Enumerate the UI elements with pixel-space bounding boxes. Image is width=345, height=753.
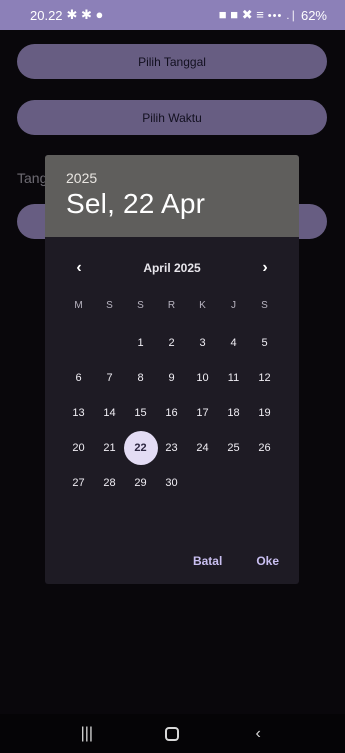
day-number: 15 (134, 406, 147, 419)
dialog-header: 2025 Sel, 22 Apr (45, 155, 299, 237)
day-cell[interactable]: 20 (63, 430, 94, 465)
day-number: 8 (137, 371, 144, 384)
ok-button[interactable]: Oke (256, 554, 279, 568)
signal-icon: ••• .∣ (267, 9, 297, 22)
day-cell[interactable]: 14 (94, 395, 125, 430)
previous-month-icon[interactable]: ‹ (71, 259, 87, 277)
day-cell[interactable]: 24 (187, 430, 218, 465)
day-cell[interactable]: 6 (63, 360, 94, 395)
weekday-header: MSSRKJS (63, 300, 280, 311)
day-number: 29 (134, 476, 147, 489)
day-cell[interactable]: 8 (125, 360, 156, 395)
home-icon[interactable] (165, 726, 180, 741)
day-number: 24 (196, 441, 209, 454)
weekday-label: S (106, 300, 113, 311)
selected-day[interactable]: 22 (125, 430, 156, 465)
day-cell[interactable]: 11 (218, 360, 249, 395)
day-cell[interactable]: 27 (63, 465, 94, 500)
day-cell[interactable]: 5 (249, 325, 280, 360)
day-number: 22 (134, 441, 147, 454)
status-right: ■ ■ ✖ ≡ ••• .∣ 62% (219, 7, 327, 23)
day-cell[interactable]: 4 (218, 325, 249, 360)
day-cell[interactable]: 2 (156, 325, 187, 360)
day-number: 23 (165, 441, 178, 454)
status-bar: 20.22 ✱ ✱ ● ■ ■ ✖ ≡ ••• .∣ 62% (0, 0, 345, 30)
day-number: 7 (106, 371, 113, 384)
day-cell[interactable]: 29 (125, 465, 156, 500)
day-cell[interactable]: 10 (187, 360, 218, 395)
system-icons: ■ ■ ✖ ≡ (218, 7, 264, 22)
next-month-icon[interactable]: › (257, 259, 273, 277)
weekday-label: S (261, 300, 268, 311)
day-cell[interactable]: 13 (63, 395, 94, 430)
day-number: 17 (196, 406, 209, 419)
day-cell[interactable]: 7 (94, 360, 125, 395)
day-number: 5 (261, 336, 268, 349)
system-navigation-bar: ||| ‹ (0, 714, 345, 753)
day-number: 27 (72, 476, 85, 489)
day-cell[interactable]: 9 (156, 360, 187, 395)
day-number: 19 (258, 406, 271, 419)
status-left: 20.22 ✱ ✱ ● (30, 7, 103, 23)
weekday-label: M (74, 300, 83, 311)
empty-day-cell (94, 325, 125, 360)
recent-apps-icon[interactable]: ||| (72, 725, 102, 743)
day-cell[interactable]: 19 (249, 395, 280, 430)
day-cell[interactable]: 28 (94, 465, 125, 500)
day-cell[interactable]: 18 (218, 395, 249, 430)
day-number: 25 (227, 441, 240, 454)
notification-icons: ✱ ✱ ● (66, 7, 104, 22)
day-cell[interactable]: 16 (156, 395, 187, 430)
day-number: 13 (72, 406, 85, 419)
day-cell[interactable]: 26 (249, 430, 280, 465)
day-number: 6 (75, 371, 82, 384)
day-number: 3 (199, 336, 206, 349)
day-number: 1 (137, 336, 144, 349)
day-number: 20 (72, 441, 85, 454)
battery-level: 62% (300, 7, 327, 23)
weekday-label: K (199, 300, 206, 311)
day-number: 26 (258, 441, 271, 454)
weekday-label: R (167, 300, 176, 311)
day-number: 14 (103, 406, 116, 419)
header-selected-date[interactable]: Sel, 22 Apr (66, 188, 278, 220)
status-time: 20.22 (30, 7, 63, 23)
day-cell[interactable]: 12 (249, 360, 280, 395)
day-number: 4 (230, 336, 237, 349)
calendar-grid: 1 2 3 4 5 6 7 8 9 10 11 12 13 14 15 16 17 18 19 20 21 22 23 24 2… (63, 325, 280, 500)
day-number: 18 (227, 406, 240, 419)
weekday-label: S (137, 300, 144, 311)
day-number: 30 (165, 476, 178, 489)
day-number: 10 (196, 371, 209, 384)
day-number: 11 (227, 371, 240, 384)
dialog-actions: Batal Oke (193, 554, 279, 568)
weekday-label: J (231, 300, 236, 311)
day-number: 21 (103, 441, 116, 454)
month-label: April 2025 (143, 261, 201, 275)
date-picker-dialog: 2025 Sel, 22 Apr ‹ April 2025 › MSSRKJS … (45, 155, 299, 584)
month-navigation: ‹ April 2025 › (45, 257, 299, 279)
day-cell[interactable]: 21 (94, 430, 125, 465)
day-number: 9 (168, 371, 175, 384)
day-cell[interactable]: 15 (125, 395, 156, 430)
header-year[interactable]: 2025 (66, 170, 278, 186)
day-cell[interactable]: 1 (125, 325, 156, 360)
day-cell[interactable]: 30 (156, 465, 187, 500)
empty-day-cell (63, 325, 94, 360)
back-icon[interactable]: ‹ (243, 725, 273, 743)
day-number: 16 (165, 406, 178, 419)
day-number: 28 (103, 476, 116, 489)
day-number: 12 (258, 371, 271, 384)
day-number: 2 (168, 336, 175, 349)
cancel-button[interactable]: Batal (193, 554, 222, 568)
day-cell[interactable]: 23 (156, 430, 187, 465)
day-cell[interactable]: 25 (218, 430, 249, 465)
day-cell[interactable]: 3 (187, 325, 218, 360)
day-cell[interactable]: 17 (187, 395, 218, 430)
